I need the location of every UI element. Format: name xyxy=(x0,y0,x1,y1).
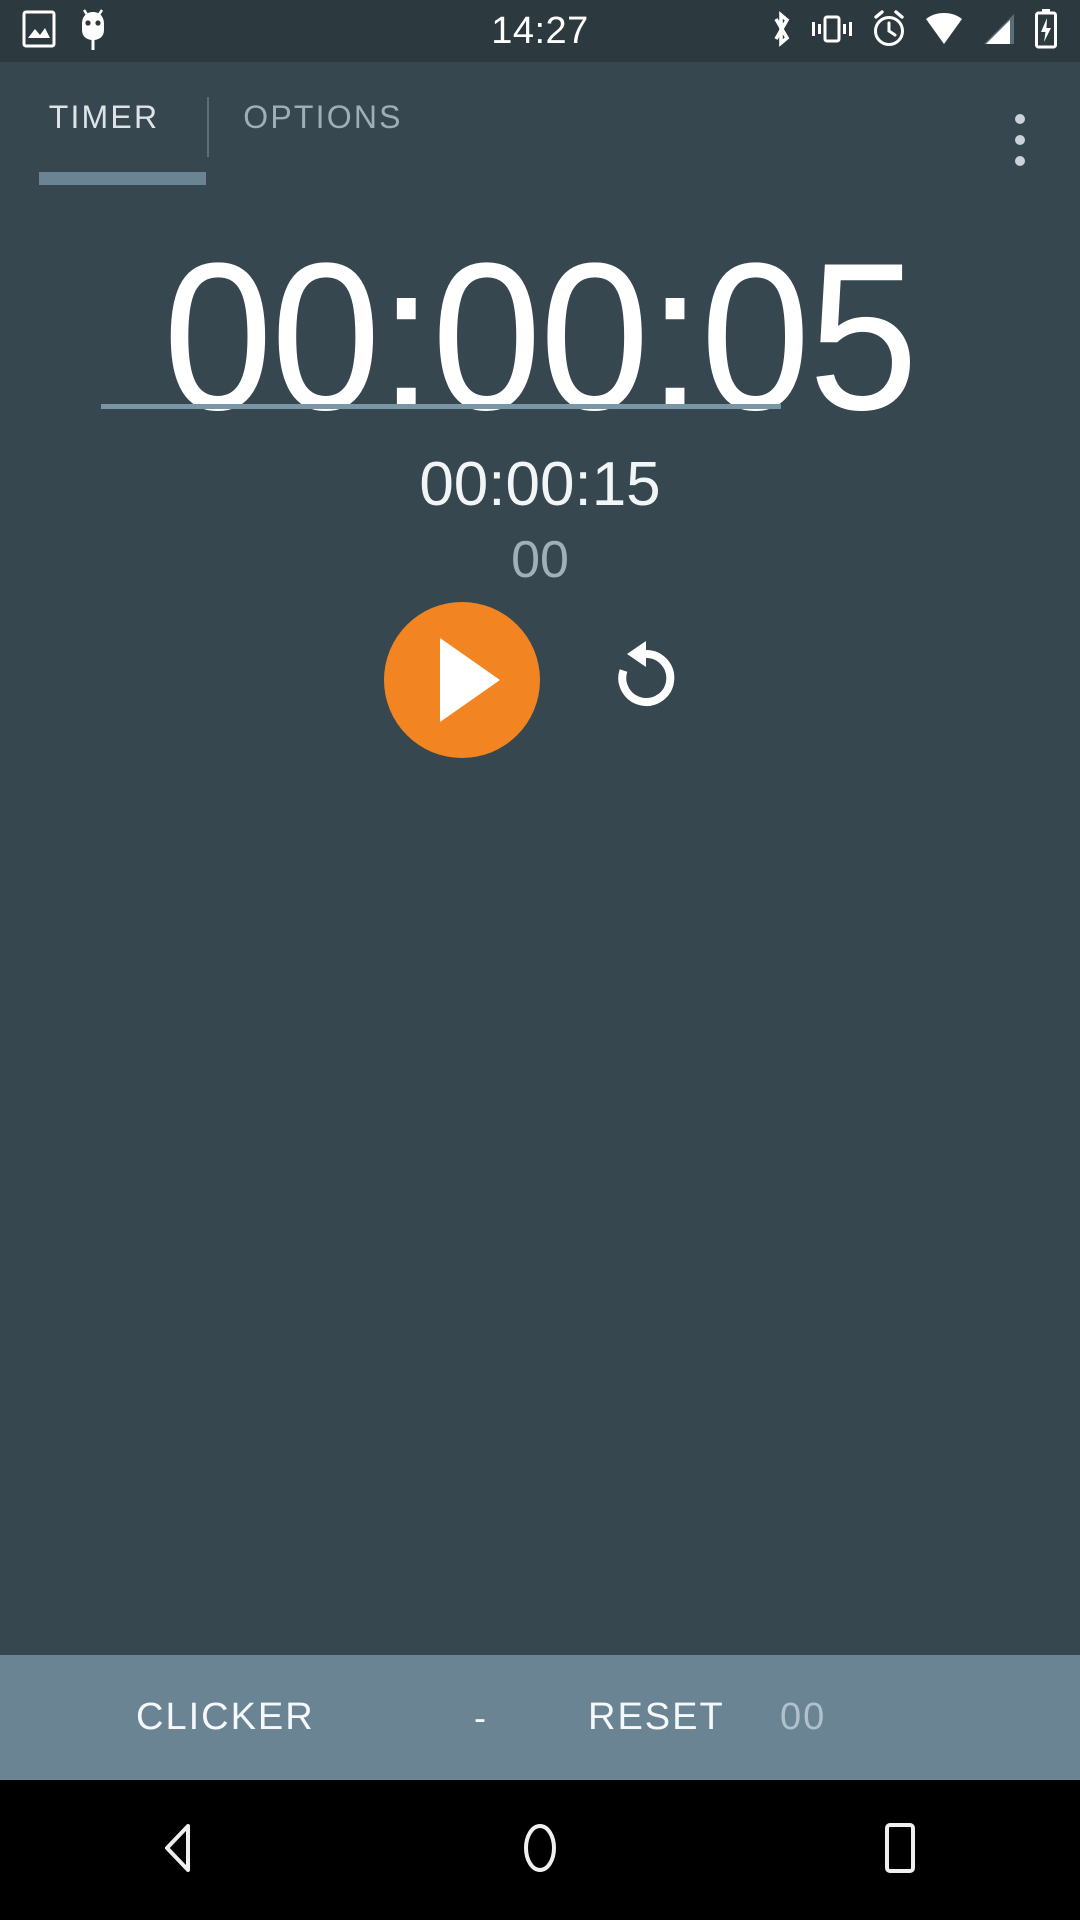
tab-timer-label: TIMER xyxy=(48,98,160,135)
secondary-timer-display[interactable]: 00:00:15 xyxy=(0,449,1080,520)
tab-options-label: OPTIONS xyxy=(243,98,403,135)
tab-timer[interactable]: TIMER xyxy=(0,62,208,172)
back-icon xyxy=(155,1821,205,1880)
tab-options[interactable]: OPTIONS xyxy=(208,62,438,172)
overflow-menu-icon[interactable] xyxy=(990,100,1050,180)
nav-home-button[interactable] xyxy=(460,1780,620,1920)
bottom-action-bar: CLICKER - RESET 00 xyxy=(0,1655,1080,1780)
nav-recents-button[interactable] xyxy=(820,1780,980,1920)
tab-active-indicator xyxy=(39,172,206,185)
alarm-icon xyxy=(870,9,908,54)
reset-action-button[interactable]: RESET xyxy=(588,1696,725,1739)
play-button[interactable] xyxy=(384,602,540,758)
play-icon xyxy=(440,638,500,722)
clicker-button[interactable]: CLICKER xyxy=(136,1696,315,1739)
lap-counter: 00 xyxy=(511,531,569,589)
recents-icon xyxy=(877,1820,923,1881)
wifi-icon xyxy=(924,12,964,51)
vibrate-icon xyxy=(810,11,854,52)
timer-main-area: 00:00:05 00:00:15 00 xyxy=(0,202,1080,1605)
restore-icon xyxy=(605,637,687,724)
reset-button[interactable] xyxy=(596,630,696,730)
overflow-dot xyxy=(1015,156,1025,166)
primary-timer-underline xyxy=(101,404,781,409)
status-bar: 14:27 xyxy=(0,0,1080,62)
cellular-signal-icon xyxy=(980,12,1018,51)
screenshot-icon xyxy=(22,10,56,53)
android-debug-icon xyxy=(76,8,110,55)
status-bar-clock: 14:27 xyxy=(491,9,589,52)
home-icon xyxy=(514,1819,566,1882)
clicker-count: 00 xyxy=(780,1696,827,1738)
overflow-dot xyxy=(1015,114,1025,124)
timer-controls xyxy=(0,600,1080,760)
battery-charging-icon xyxy=(1034,8,1058,54)
bottom-bar-separator: - xyxy=(474,1696,488,1738)
overflow-dot xyxy=(1015,135,1025,145)
status-bar-right-icons xyxy=(768,8,1058,54)
bluetooth-icon xyxy=(768,9,794,54)
nav-back-button[interactable] xyxy=(100,1780,260,1920)
android-nav-bar xyxy=(0,1780,1080,1920)
app-screen: 14:27 TIMER OPTIONS 00:00:05 00:00:15 00… xyxy=(0,0,1080,1920)
tab-bar: TIMER OPTIONS xyxy=(0,62,1080,202)
status-bar-left-icons xyxy=(22,8,110,55)
tab-divider xyxy=(207,97,209,157)
